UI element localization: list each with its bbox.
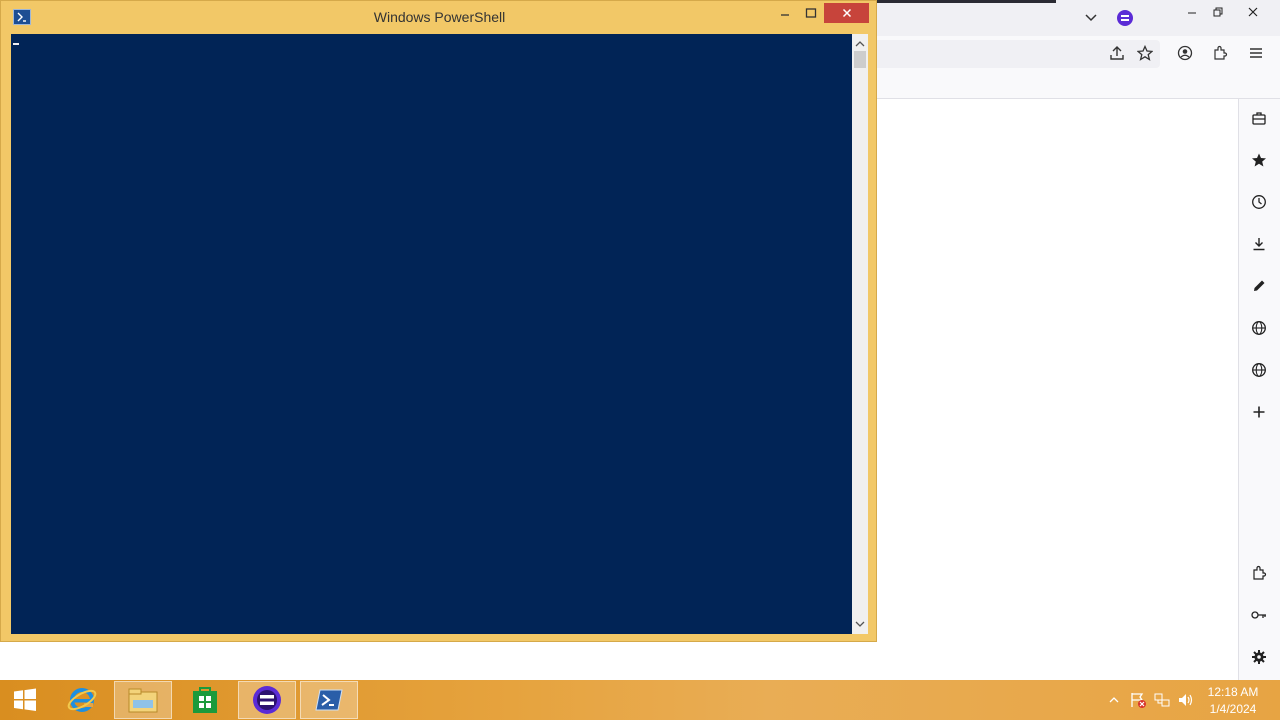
maximize-button[interactable] — [798, 3, 824, 23]
taskbar-browser-app[interactable] — [238, 681, 296, 719]
close-button[interactable] — [824, 3, 869, 23]
folder-icon — [128, 688, 158, 713]
extensions-icon[interactable] — [1244, 558, 1274, 588]
star-icon[interactable] — [1244, 145, 1274, 175]
text-cursor — [13, 43, 19, 45]
browser-close-button[interactable] — [1240, 2, 1266, 22]
volume-icon[interactable] — [1176, 690, 1196, 710]
key-icon[interactable] — [1244, 600, 1274, 630]
globe-icon[interactable] — [1244, 355, 1274, 385]
powershell-titlebar[interactable]: Windows PowerShell — [1, 1, 878, 33]
globe-icon[interactable] — [1244, 313, 1274, 343]
vertical-scrollbar[interactable] — [852, 34, 868, 634]
taskbar-internet-explorer[interactable] — [53, 681, 111, 719]
menu-icon[interactable] — [1243, 40, 1269, 66]
taskbar-store[interactable] — [176, 681, 234, 719]
show-hidden-icons-icon[interactable] — [1104, 690, 1124, 710]
clock-date: 1/4/2024 — [1209, 702, 1257, 716]
scroll-down-icon[interactable] — [852, 616, 868, 632]
action-center-flag-icon[interactable] — [1128, 690, 1148, 710]
list-all-tabs-icon[interactable] — [1078, 5, 1104, 31]
minimize-button[interactable] — [772, 3, 798, 23]
browser-app-icon[interactable] — [1112, 5, 1138, 31]
extensions-icon[interactable] — [1207, 40, 1233, 66]
briefcase-icon[interactable] — [1244, 103, 1274, 133]
console-area[interactable] — [11, 34, 852, 634]
bookmark-star-icon[interactable] — [1132, 40, 1158, 66]
powershell-icon — [315, 689, 343, 711]
windows-logo-icon — [14, 688, 36, 711]
browser-restore-button[interactable] — [1205, 2, 1231, 22]
network-icon[interactable] — [1152, 690, 1172, 710]
share-icon[interactable] — [1104, 40, 1130, 66]
scrollbar-thumb[interactable] — [854, 51, 866, 68]
taskbar-clock[interactable]: 12:18 AM 1/4/2024 — [1196, 684, 1270, 718]
account-icon[interactable] — [1172, 40, 1198, 66]
taskbar-file-explorer[interactable] — [114, 681, 172, 719]
scroll-up-icon[interactable] — [852, 36, 868, 52]
pen-icon[interactable] — [1244, 271, 1274, 301]
start-button[interactable] — [0, 681, 50, 719]
window-title: Windows PowerShell — [373, 9, 506, 25]
clock-time: 12:18 AM — [1207, 685, 1259, 699]
store-icon — [193, 687, 217, 713]
browser-minimize-button[interactable] — [1179, 2, 1205, 22]
browser-app-icon — [253, 686, 281, 714]
add-icon[interactable] — [1244, 397, 1274, 427]
gear-icon[interactable] — [1244, 642, 1274, 672]
download-icon[interactable] — [1244, 229, 1274, 259]
history-clock-icon[interactable] — [1244, 187, 1274, 217]
ie-icon — [67, 688, 97, 712]
powershell-window[interactable]: Windows PowerShell — [0, 0, 877, 642]
taskbar-powershell[interactable] — [300, 681, 358, 719]
